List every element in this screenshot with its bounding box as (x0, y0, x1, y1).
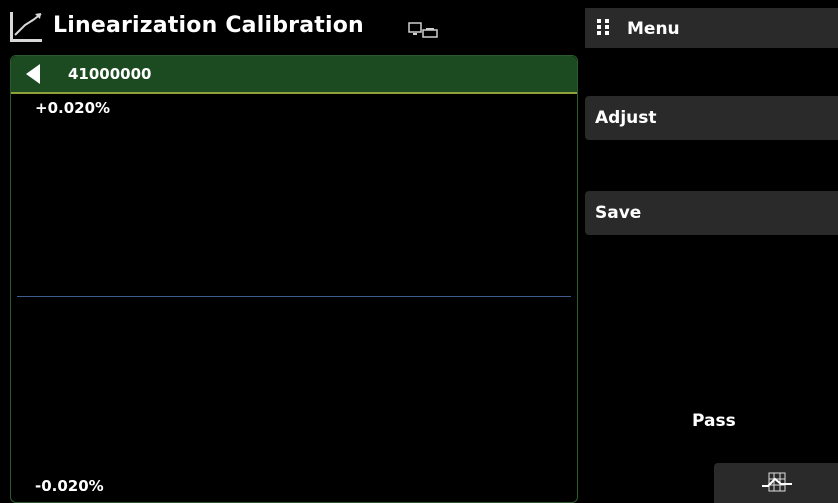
adjust-label: Adjust (595, 108, 657, 128)
back-arrow-icon[interactable] (23, 62, 43, 86)
calibration-plot-area (15, 94, 571, 500)
grid-dots-icon (597, 19, 609, 35)
y-axis-max-label: +0.020% (35, 99, 111, 117)
table-chart-icon (762, 472, 792, 492)
adjust-button[interactable]: Adjust (585, 96, 838, 140)
zero-reference-line (17, 296, 571, 297)
linearization-panel: 41000000 +0.020% -0.020% (10, 55, 578, 503)
panel-header: 41000000 (11, 56, 577, 94)
device-screen-icon (408, 22, 438, 38)
y-axis-min-label: -0.020% (35, 477, 104, 495)
page-title: Linearization Calibration (53, 13, 364, 38)
save-button[interactable]: Save (585, 191, 838, 235)
save-label: Save (595, 203, 642, 223)
menu-label: Menu (627, 19, 680, 39)
title-bar: Linearization Calibration (0, 0, 578, 54)
calibration-status: Pass (692, 411, 736, 431)
chart-view-button[interactable] (714, 463, 838, 503)
menu-button[interactable]: Menu (585, 8, 838, 48)
channel-id: 41000000 (68, 65, 152, 83)
linearization-chart-icon (10, 12, 42, 42)
